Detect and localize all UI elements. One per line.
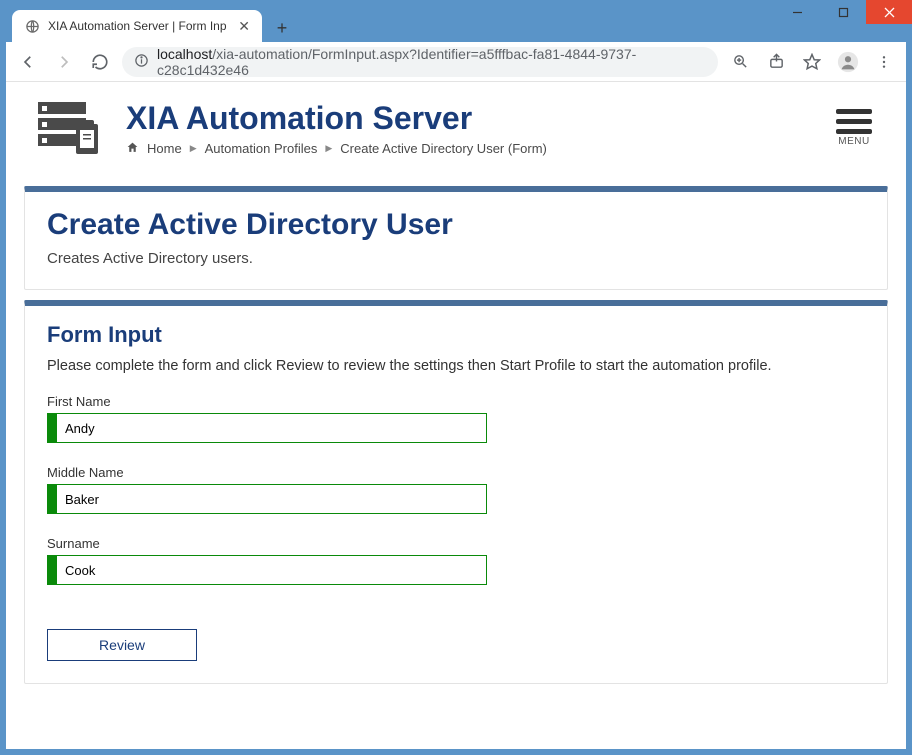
zoom-icon[interactable]: [726, 48, 754, 76]
bookmark-star-icon[interactable]: [798, 48, 826, 76]
breadcrumb-current: Create Active Directory User (Form): [340, 141, 547, 156]
page-info-card: Create Active Directory User Creates Act…: [24, 186, 888, 290]
address-bar[interactable]: localhost/xia-automation/FormInput.aspx?…: [122, 47, 718, 77]
tab-close-icon[interactable]: ✕: [238, 18, 250, 35]
hamburger-icon: [836, 109, 872, 134]
back-button[interactable]: [14, 48, 42, 76]
first-name-input[interactable]: [47, 413, 487, 443]
forward-button[interactable]: [50, 48, 78, 76]
app-title: XIA Automation Server: [126, 100, 812, 137]
menu-label: MENU: [838, 136, 869, 147]
page-description: Creates Active Directory users.: [47, 250, 865, 267]
middle-name-label: Middle Name: [47, 465, 865, 480]
app-logo: [36, 98, 106, 158]
hamburger-menu-button[interactable]: MENU: [832, 105, 876, 151]
chevron-right-icon: ▶: [325, 143, 332, 154]
browser-tab[interactable]: XIA Automation Server | Form Inp ✕: [12, 10, 262, 42]
profile-icon[interactable]: [834, 48, 862, 76]
first-name-label: First Name: [47, 394, 865, 409]
globe-icon: [24, 18, 40, 34]
section-description: Please complete the form and click Revie…: [47, 358, 865, 374]
form-card: Form Input Please complete the form and …: [24, 300, 888, 684]
middle-name-input[interactable]: [47, 484, 487, 514]
breadcrumb: Home ▶ Automation Profiles ▶ Create Acti…: [126, 141, 812, 157]
new-tab-button[interactable]: +: [268, 14, 296, 42]
url-text: localhost/xia-automation/FormInput.aspx?…: [157, 46, 706, 78]
tab-title: XIA Automation Server | Form Inp: [48, 19, 230, 33]
review-button[interactable]: Review: [47, 629, 197, 661]
section-title: Form Input: [47, 322, 865, 348]
breadcrumb-profiles[interactable]: Automation Profiles: [205, 141, 318, 156]
surname-input[interactable]: [47, 555, 487, 585]
kebab-menu-icon[interactable]: [870, 48, 898, 76]
home-icon: [126, 141, 139, 157]
chevron-right-icon: ▶: [190, 143, 197, 154]
reload-button[interactable]: [86, 48, 114, 76]
breadcrumb-home[interactable]: Home: [147, 141, 182, 156]
share-icon[interactable]: [762, 48, 790, 76]
page-title: Create Active Directory User: [47, 208, 865, 242]
site-info-icon[interactable]: [134, 53, 149, 71]
surname-label: Surname: [47, 536, 865, 551]
